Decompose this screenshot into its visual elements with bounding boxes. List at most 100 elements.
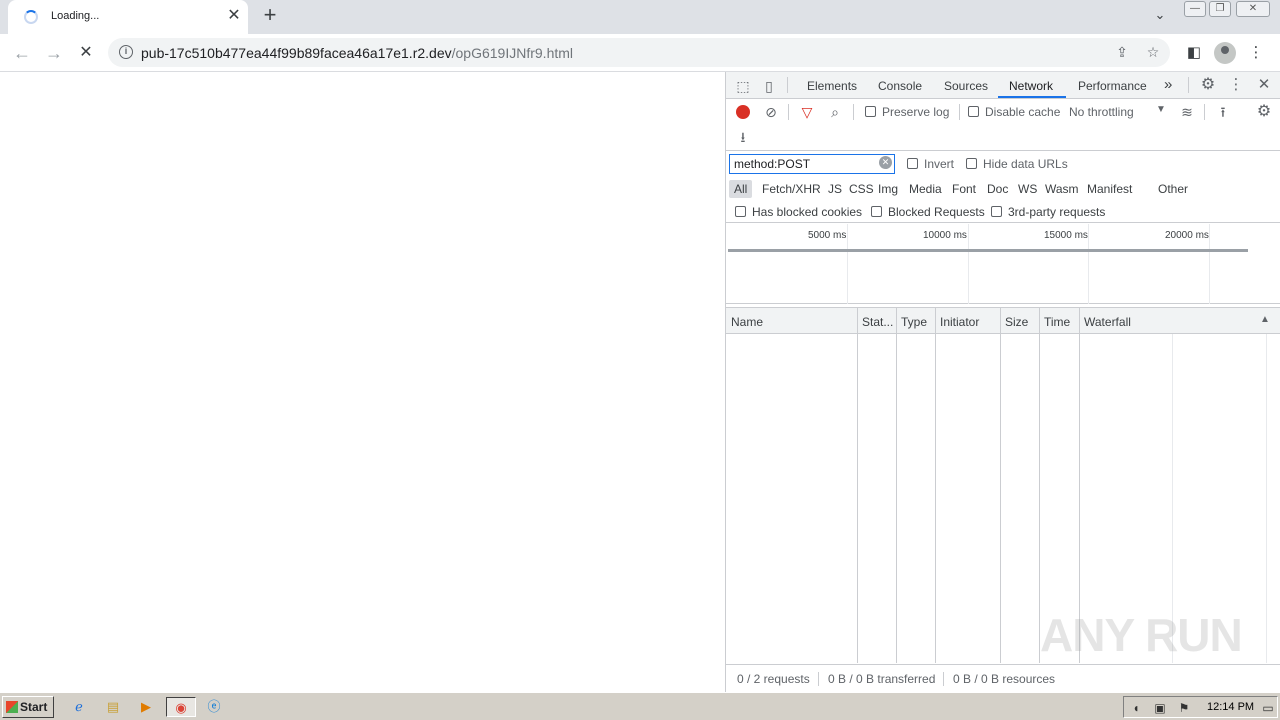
invert-label[interactable]: Invert <box>924 157 954 171</box>
col-waterfall[interactable]: Waterfall <box>1084 315 1131 329</box>
tab-elements[interactable]: Elements <box>807 79 857 93</box>
sort-ascending-icon[interactable]: ▲ <box>1260 314 1270 325</box>
system-tray: ◖ ▣ ⚑ 12:14 PM ▭ <box>1123 696 1278 718</box>
tick-label: 20000 ms <box>1165 230 1209 241</box>
bookmark-star-icon[interactable]: ☆ <box>1144 44 1162 62</box>
menu-kebab-icon[interactable]: ⋮ <box>1246 43 1266 63</box>
network-overview[interactable]: 5000 ms 10000 ms 15000 ms 20000 ms <box>726 224 1280 304</box>
tick-line <box>1209 224 1210 304</box>
media-player-icon[interactable]: ▶ <box>135 697 157 717</box>
requests-count: 0 / 2 requests <box>737 672 810 686</box>
network-conditions-icon[interactable]: ≋ <box>1178 103 1196 121</box>
clear-filter-icon[interactable]: ✕ <box>879 156 892 169</box>
throttling-select[interactable]: No throttling <box>1069 105 1134 119</box>
inspect-element-icon[interactable]: ⬚ <box>734 77 752 95</box>
devtools-menu-icon[interactable]: ⋮ <box>1227 76 1245 94</box>
clear-icon[interactable]: ⊘ <box>762 103 780 121</box>
hide-data-urls-checkbox[interactable] <box>966 158 977 169</box>
preserve-log-label[interactable]: Preserve log <box>882 105 949 119</box>
preserve-log-checkbox[interactable] <box>865 106 876 117</box>
network-icon[interactable]: ▣ <box>1152 700 1168 716</box>
col-type[interactable]: Type <box>901 315 927 329</box>
device-toolbar-icon[interactable]: ▯ <box>760 77 778 95</box>
separator <box>959 104 960 120</box>
profile-avatar[interactable] <box>1214 42 1236 64</box>
tab-search-icon[interactable]: ⌄ <box>1150 7 1170 27</box>
type-filter-fetch-xhr[interactable]: Fetch/XHR <box>757 180 826 198</box>
tab-network[interactable]: Network <box>1009 79 1053 93</box>
tick-line <box>847 224 848 304</box>
devtools-panel: ⬚ ▯ Elements Console Sources Network Per… <box>725 72 1280 692</box>
disable-cache-checkbox[interactable] <box>968 106 979 117</box>
blocked-requests-checkbox[interactable] <box>871 206 882 217</box>
third-party-label[interactable]: 3rd-party requests <box>1008 205 1105 219</box>
url-text[interactable]: pub-17c510b477ea44f99b89facea46a17e1.r2.… <box>141 45 573 61</box>
invert-checkbox[interactable] <box>907 158 918 169</box>
show-desktop-icon[interactable]: ▭ <box>1260 700 1276 716</box>
browser-tab[interactable]: Loading... ✕ <box>8 0 248 34</box>
settings-gear-icon[interactable]: ⚙ <box>1199 76 1217 94</box>
blocked-requests-label[interactable]: Blocked Requests <box>888 205 985 219</box>
third-party-checkbox[interactable] <box>991 206 1002 217</box>
type-filter-manifest[interactable]: Manifest <box>1082 180 1137 198</box>
site-info-icon[interactable]: i <box>119 45 133 59</box>
col-size[interactable]: Size <box>1005 315 1028 329</box>
edge-icon[interactable]: ⓔ <box>203 697 225 717</box>
type-filter-wasm[interactable]: Wasm <box>1040 180 1084 198</box>
network-settings-gear-icon[interactable]: ⚙ <box>1255 103 1273 121</box>
filter-icon[interactable]: ▽ <box>798 103 816 121</box>
export-har-icon[interactable]: ⭳ <box>734 128 752 146</box>
start-label: Start <box>20 700 48 714</box>
tab-console[interactable]: Console <box>878 79 922 93</box>
type-filter-ws[interactable]: WS <box>1013 180 1042 198</box>
col-status[interactable]: Stat... <box>862 315 893 329</box>
tab-performance[interactable]: Performance <box>1078 79 1147 93</box>
file-explorer-icon[interactable]: ▤ <box>102 697 124 717</box>
type-filter-other[interactable]: Other <box>1153 180 1193 198</box>
type-filter-doc[interactable]: Doc <box>982 180 1013 198</box>
side-panel-icon[interactable]: ◧ <box>1184 43 1204 63</box>
action-center-flag-icon[interactable]: ⚑ <box>1176 700 1192 716</box>
type-filter-all[interactable]: All <box>729 180 753 198</box>
chrome-taskbar-icon[interactable]: ◉ <box>166 697 196 717</box>
stop-loading-button[interactable]: ✕ <box>74 41 98 65</box>
col-name[interactable]: Name <box>731 315 763 329</box>
column-divider <box>1000 307 1001 663</box>
minimize-button[interactable]: — <box>1184 1 1206 17</box>
col-time[interactable]: Time <box>1044 315 1070 329</box>
close-devtools-icon[interactable]: ✕ <box>1255 76 1273 94</box>
record-button[interactable] <box>736 105 750 119</box>
col-initiator[interactable]: Initiator <box>940 315 979 329</box>
type-filter-font[interactable]: Font <box>947 180 981 198</box>
tab-sources[interactable]: Sources <box>944 79 988 93</box>
anyrun-watermark-logo: ANY RUN <box>1040 609 1243 661</box>
window-close-button[interactable]: ✕ <box>1236 1 1270 17</box>
clock[interactable]: 12:14 PM <box>1207 701 1254 713</box>
new-tab-button[interactable]: + <box>258 4 282 28</box>
blocked-cookies-label[interactable]: Has blocked cookies <box>752 205 862 219</box>
more-tabs-button[interactable]: » <box>1164 76 1172 93</box>
separator <box>788 104 789 120</box>
tab-strip: Loading... ✕ + ⌄ — ❐ ✕ <box>0 0 1280 34</box>
throttling-dropdown-icon[interactable]: ▼ <box>1156 104 1166 115</box>
filter-input[interactable]: method:POST <box>729 154 895 174</box>
type-filter-media[interactable]: Media <box>904 180 947 198</box>
back-button[interactable]: ← <box>10 41 34 65</box>
overview-timeline-bar <box>728 249 1248 252</box>
volume-icon[interactable]: ◖ <box>1128 700 1144 716</box>
restore-button[interactable]: ❐ <box>1209 1 1231 17</box>
internet-explorer-icon[interactable]: ℯ <box>68 697 90 717</box>
forward-button[interactable]: → <box>42 41 66 65</box>
type-filter-img[interactable]: Img <box>873 180 903 198</box>
disable-cache-label[interactable]: Disable cache <box>985 105 1060 119</box>
import-har-icon[interactable]: ⭱ <box>1214 103 1232 121</box>
share-icon[interactable]: ⇪ <box>1113 44 1131 62</box>
tab-close-icon[interactable]: ✕ <box>224 6 244 26</box>
separator <box>818 672 819 686</box>
tick-label: 10000 ms <box>923 230 967 241</box>
start-button[interactable]: Start <box>2 696 54 718</box>
search-icon[interactable]: ⌕ <box>826 103 844 121</box>
blocked-cookies-checkbox[interactable] <box>735 206 746 217</box>
hide-data-urls-label[interactable]: Hide data URLs <box>983 157 1068 171</box>
address-bar[interactable]: i pub-17c510b477ea44f99b89facea46a17e1.r… <box>108 38 1170 67</box>
